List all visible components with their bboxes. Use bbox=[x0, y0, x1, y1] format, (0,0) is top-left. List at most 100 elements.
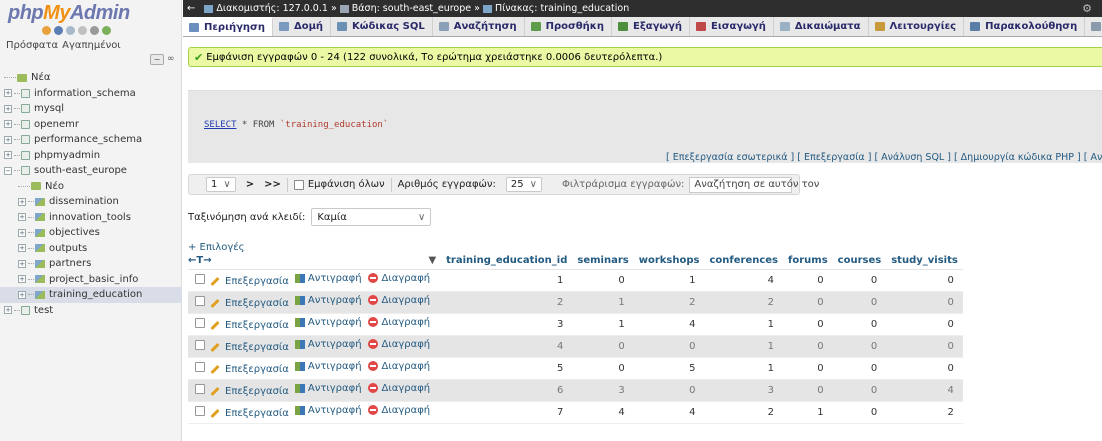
expand-icon[interactable]: + bbox=[4, 306, 12, 315]
tree-item[interactable]: + phpmyadmin bbox=[0, 148, 182, 164]
table-cell[interactable]: 2 bbox=[441, 291, 573, 314]
tab-3[interactable]: Κώδικας SQL bbox=[331, 17, 433, 36]
table-cell[interactable]: 4 bbox=[886, 379, 963, 402]
table-cell[interactable]: 0 bbox=[886, 269, 963, 292]
row-checkbox[interactable] bbox=[195, 340, 205, 351]
delete-button[interactable]: Διαγραφή bbox=[367, 361, 430, 372]
expand-icon[interactable]: + bbox=[4, 135, 12, 144]
tree-item[interactable]: + project_basic_info bbox=[0, 272, 182, 288]
copy-button[interactable]: Αντιγραφή bbox=[294, 295, 362, 306]
sql-query-text[interactable]: SELECT * FROM `training_education` bbox=[204, 120, 388, 130]
arrows-icon[interactable]: ←T→ bbox=[188, 255, 212, 266]
tree-item[interactable]: + information_schema bbox=[0, 86, 182, 102]
table-cell[interactable]: 2 bbox=[886, 401, 963, 424]
tree-item[interactable]: + outputs bbox=[0, 241, 182, 257]
table-cell[interactable]: 1 bbox=[572, 313, 634, 336]
tab-9[interactable]: Λειτουργίες bbox=[869, 17, 965, 36]
column-header[interactable]: training_education_id bbox=[441, 253, 573, 270]
table-cell[interactable]: 2 bbox=[704, 291, 784, 314]
expand-icon[interactable]: + bbox=[18, 228, 26, 237]
table-cell[interactable]: 0 bbox=[832, 313, 887, 336]
copy-button[interactable]: Αντιγραφή bbox=[294, 273, 362, 284]
tree-item[interactable]: + innovation_tools bbox=[0, 210, 182, 226]
table-cell[interactable]: 0 bbox=[783, 291, 833, 314]
table-cell[interactable]: 3 bbox=[441, 313, 573, 336]
table-cell[interactable]: 6 bbox=[441, 379, 573, 402]
table-cell[interactable]: 3 bbox=[572, 379, 634, 402]
table-cell[interactable]: 0 bbox=[886, 291, 963, 314]
breadcrumb-database[interactable]: Βάση: south-east_europe » bbox=[352, 3, 480, 14]
table-cell[interactable]: 5 bbox=[441, 357, 573, 380]
tab-2[interactable]: Δομή bbox=[273, 17, 332, 36]
table-cell[interactable]: 0 bbox=[832, 269, 887, 292]
expand-icon[interactable]: + bbox=[4, 89, 12, 98]
expand-icon[interactable]: + bbox=[18, 197, 26, 206]
delete-button[interactable]: Διαγραφή bbox=[367, 317, 430, 328]
table-cell[interactable]: 0 bbox=[783, 313, 833, 336]
column-header[interactable]: courses bbox=[832, 253, 887, 270]
copy-button[interactable]: Αντιγραφή bbox=[294, 361, 362, 372]
reload-icon[interactable] bbox=[102, 26, 111, 35]
table-cell[interactable]: 0 bbox=[886, 313, 963, 336]
tab-8[interactable]: Δικαιώματα bbox=[774, 17, 869, 36]
tab-10[interactable]: Παρακολούθηση bbox=[964, 17, 1086, 36]
show-all-checkbox[interactable] bbox=[293, 179, 304, 190]
back-arrow-icon[interactable]: ← bbox=[187, 3, 195, 14]
favorites-tab[interactable]: Αγαπημένοι bbox=[62, 40, 121, 51]
column-header[interactable]: seminars bbox=[572, 253, 634, 270]
delete-button[interactable]: Διαγραφή bbox=[367, 273, 430, 284]
gear-icon[interactable]: ⚙ bbox=[1082, 2, 1092, 15]
table-cell[interactable]: 5 bbox=[633, 357, 705, 380]
options-toggle-link[interactable]: + Επιλογές bbox=[188, 242, 245, 253]
tab-5[interactable]: Προσθήκη bbox=[525, 17, 612, 36]
expand-icon[interactable]: + bbox=[4, 151, 12, 160]
link-with-main-icon[interactable]: ∞ bbox=[167, 54, 175, 64]
tree-item[interactable]: Νέα bbox=[0, 70, 182, 86]
table-cell[interactable]: 0 bbox=[633, 379, 705, 402]
table-cell[interactable]: 0 bbox=[633, 335, 705, 358]
table-cell[interactable]: 0 bbox=[783, 357, 833, 380]
expand-icon[interactable]: − bbox=[4, 166, 12, 175]
row-checkbox[interactable] bbox=[195, 274, 205, 285]
table-cell[interactable]: 1 bbox=[704, 335, 784, 358]
edit-button[interactable]: Επεξεργασία bbox=[210, 320, 289, 331]
filter-rows-input[interactable]: Αναζήτηση σε αυτόν τον bbox=[689, 176, 819, 193]
sql-keyword[interactable]: SELECT bbox=[204, 120, 237, 130]
phpmyadmin-logo[interactable]: phpMyAdmin bbox=[8, 2, 130, 25]
edit-button[interactable]: Επεξεργασία bbox=[210, 276, 289, 287]
copy-button[interactable]: Αντιγραφή bbox=[294, 339, 362, 350]
last-page-button[interactable]: >> bbox=[264, 179, 281, 190]
dropdown-icon[interactable]: ▼ bbox=[428, 255, 436, 266]
row-checkbox[interactable] bbox=[195, 384, 205, 395]
table-cell[interactable]: 0 bbox=[886, 335, 963, 358]
table-cell[interactable]: 4 bbox=[633, 313, 705, 336]
expand-icon[interactable]: + bbox=[18, 259, 26, 268]
tree-item[interactable]: + partners bbox=[0, 256, 182, 272]
expand-icon[interactable]: + bbox=[18, 213, 26, 222]
column-header[interactable]: study_visits bbox=[886, 253, 963, 270]
edit-button[interactable]: Επεξεργασία bbox=[210, 386, 289, 397]
sort-by-key-select[interactable]: Καμία ∨ bbox=[311, 208, 432, 226]
collapse-all-button[interactable]: − bbox=[150, 54, 164, 65]
column-header[interactable]: conferences bbox=[704, 253, 784, 270]
breadcrumb-server[interactable]: Διακομιστής: 127.0.0.1 » bbox=[216, 3, 336, 14]
tree-item[interactable]: + performance_schema bbox=[0, 132, 182, 148]
settings-icon[interactable] bbox=[90, 26, 99, 35]
table-cell[interactable]: 0 bbox=[832, 379, 887, 402]
row-checkbox[interactable] bbox=[195, 296, 205, 307]
edit-button[interactable]: Επεξεργασία bbox=[210, 298, 289, 309]
tab-4[interactable]: Αναζήτηση bbox=[433, 17, 525, 36]
tree-item[interactable]: + training_education bbox=[0, 287, 182, 303]
tree-item[interactable]: Νέο bbox=[0, 179, 182, 195]
tree-item[interactable]: + dissemination bbox=[0, 194, 182, 210]
logout-icon[interactable] bbox=[54, 26, 63, 35]
table-cell[interactable]: 1 bbox=[704, 357, 784, 380]
copy-button[interactable]: Αντιγραφή bbox=[294, 405, 362, 416]
table-cell[interactable]: 0 bbox=[572, 357, 634, 380]
row-checkbox[interactable] bbox=[195, 362, 205, 373]
table-cell[interactable]: 1 bbox=[572, 291, 634, 314]
tree-item[interactable]: + test bbox=[0, 303, 182, 319]
tab-11[interactable]: Δείκτες bbox=[1085, 17, 1102, 36]
delete-button[interactable]: Διαγραφή bbox=[367, 383, 430, 394]
help-icon[interactable] bbox=[66, 26, 75, 35]
